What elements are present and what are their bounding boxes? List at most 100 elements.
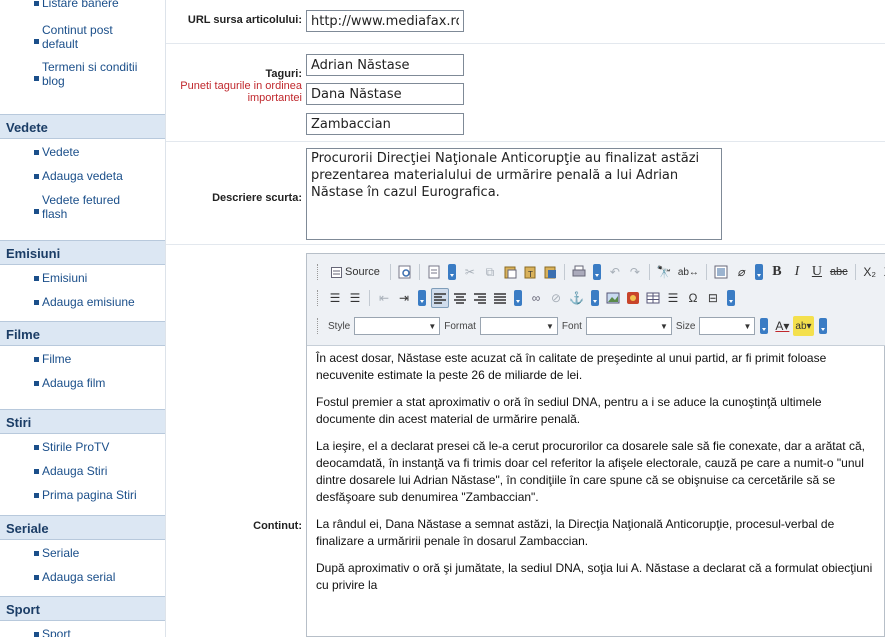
sidebar-item-vedete-fetured-flash[interactable]: Vedete fetured flash xyxy=(0,185,165,223)
sidebar-item-seriale[interactable]: Seriale xyxy=(0,540,165,562)
cut-icon[interactable]: ✂ xyxy=(461,262,479,282)
sidebar-section-vedete[interactable]: Vedete xyxy=(0,114,165,139)
sidebar-item-continut-post-default[interactable]: Continut post default xyxy=(0,12,165,53)
toolbar-more-icon[interactable] xyxy=(514,290,522,306)
paste-icon[interactable] xyxy=(501,262,519,282)
subscript-button[interactable]: X₂ xyxy=(861,262,879,282)
superscript-button[interactable]: X² xyxy=(881,262,885,282)
text-color-icon[interactable]: A▾ xyxy=(773,316,791,336)
horizontal-rule-icon[interactable]: ☰ xyxy=(664,288,682,308)
style-dropdown[interactable]: ▼ xyxy=(354,317,441,335)
outdent-icon[interactable]: ⇤ xyxy=(375,288,393,308)
bullet-icon xyxy=(34,76,39,81)
sidebar-item-adauga-emisiune[interactable]: Adauga emisiune xyxy=(0,287,165,311)
toolbar-more-icon[interactable] xyxy=(592,264,601,280)
bullet-icon xyxy=(34,632,39,637)
toolbar-separator xyxy=(854,264,856,280)
toolbar-more-icon[interactable] xyxy=(418,290,426,306)
redo-icon[interactable]: ↷ xyxy=(626,262,644,282)
special-char-button[interactable]: Ω xyxy=(684,288,702,308)
sidebar-section-stiri[interactable]: Stiri xyxy=(0,409,165,434)
sidebar-item-adauga-vedeta[interactable]: Adauga vedeta xyxy=(0,161,165,185)
toolbar-more-icon[interactable] xyxy=(818,318,827,334)
sidebar-item-stirile-protv[interactable]: Stirile ProTV xyxy=(0,434,165,456)
remove-format-icon[interactable]: ⌀ xyxy=(732,262,750,282)
anchor-icon[interactable]: ⚓ xyxy=(567,288,586,308)
sidebar-item-filme[interactable]: Filme xyxy=(0,346,165,368)
underline-button[interactable]: U xyxy=(808,262,826,282)
sidebar-item-termeni-si-conditii-blog[interactable]: Termeni si conditii blog xyxy=(0,53,165,92)
sidebar-item-sport[interactable]: Sport xyxy=(0,621,165,637)
font-dropdown[interactable]: ▼ xyxy=(585,317,672,335)
strikethrough-button[interactable]: abc xyxy=(828,262,850,282)
sidebar-section-seriale[interactable]: Seriale xyxy=(0,515,165,540)
table-icon[interactable] xyxy=(644,288,662,308)
sidebar-item-listare-banere[interactable]: Listare banere xyxy=(0,0,165,12)
justify-icon[interactable] xyxy=(491,288,509,308)
bullet-icon xyxy=(34,209,39,214)
numbered-list-icon[interactable]: ☰ xyxy=(326,288,344,308)
indent-icon[interactable]: ⇥ xyxy=(395,288,413,308)
bullet-icon xyxy=(34,575,39,580)
undo-icon[interactable]: ↶ xyxy=(606,262,624,282)
format-dropdown[interactable]: ▼ xyxy=(479,317,558,335)
sidebar-item-prima-pagina-stiri[interactable]: Prima pagina Stiri xyxy=(0,480,165,504)
sidebar-item-vedete[interactable]: Vedete xyxy=(0,139,165,161)
bold-button[interactable]: B xyxy=(768,262,786,282)
toolbar-more-icon[interactable] xyxy=(754,264,763,280)
find-icon[interactable]: 🔭 xyxy=(655,262,674,282)
sidebar-item-adauga-stiri[interactable]: Adauga Stiri xyxy=(0,456,165,480)
align-right-icon[interactable] xyxy=(471,288,489,308)
preview-icon[interactable] xyxy=(396,262,414,282)
source-button[interactable]: Source xyxy=(326,262,385,282)
toolbar-more-icon[interactable] xyxy=(590,290,599,306)
sidebar-item-adauga-film[interactable]: Adauga film xyxy=(0,368,165,392)
bulleted-list-icon[interactable]: ☰ xyxy=(346,288,364,308)
description-textarea[interactable]: Procurorii Direcţiei Naţionale Anticorup… xyxy=(306,148,722,240)
image-icon[interactable] xyxy=(604,288,622,308)
tag-input-1[interactable] xyxy=(306,54,464,76)
url-input[interactable] xyxy=(306,10,464,32)
copy-icon[interactable]: ⧉ xyxy=(481,262,499,282)
page-break-icon[interactable]: ⊟ xyxy=(704,288,722,308)
toolbar-more-icon[interactable] xyxy=(726,290,735,306)
size-dropdown[interactable]: ▼ xyxy=(699,317,756,335)
toolbar-separator xyxy=(369,290,370,306)
sidebar-item-label: Listare banere xyxy=(42,0,119,10)
tags-label: Taguri: xyxy=(265,68,302,80)
bullet-icon xyxy=(34,1,39,6)
sidebar-section-filme[interactable]: Filme xyxy=(0,321,165,346)
align-center-icon[interactable] xyxy=(451,288,469,308)
bullet-icon xyxy=(34,469,39,474)
toolbar-row-3: Style ▼ Format ▼ Font ▼ Size ▼ A▾ ab▾ xyxy=(317,314,830,338)
paste-word-icon[interactable] xyxy=(541,262,559,282)
sidebar-section-emisiuni[interactable]: Emisiuni xyxy=(0,240,165,265)
toolbar-more-icon[interactable] xyxy=(447,264,456,280)
replace-icon[interactable]: ab↔ xyxy=(676,262,701,282)
sidebar-section-sport[interactable]: Sport xyxy=(0,596,165,621)
editor-toolbar: Source ✂ ⧉ T ↶ ↷ 🔭 ab↔ ⌀ B I U abc X₂ ☰ … xyxy=(307,254,885,346)
content-paragraph: La ieşire, el a declarat presei că le-a … xyxy=(316,439,865,504)
align-left-icon[interactable] xyxy=(431,288,449,308)
sidebar-item-adauga-serial[interactable]: Adauga serial xyxy=(0,562,165,586)
bg-color-icon[interactable]: ab▾ xyxy=(793,316,814,336)
toolbar-more-icon[interactable] xyxy=(760,318,769,334)
tag-input-3[interactable] xyxy=(306,113,464,135)
templates-icon[interactable] xyxy=(425,262,443,282)
tag-input-2[interactable] xyxy=(306,83,464,105)
print-icon[interactable] xyxy=(570,262,588,282)
link-icon[interactable]: ∞ xyxy=(527,288,545,308)
source-icon xyxy=(331,266,342,278)
toolbar-row-2: ☰ ☰ ⇤ ⇥ ∞ ⊘ ⚓ ☰ Ω ⊟ xyxy=(317,286,738,310)
sidebar-item-label: Seriale xyxy=(42,546,80,560)
flash-icon[interactable] xyxy=(624,288,642,308)
editor-content[interactable]: În acest dosar, Năstase este acuzat că î… xyxy=(307,346,885,637)
content-paragraph: După aproximativ o oră şi jumătate, la s… xyxy=(316,561,873,592)
italic-button[interactable]: I xyxy=(788,262,806,282)
paste-text-icon[interactable]: T xyxy=(521,262,539,282)
sidebar-item-emisiuni[interactable]: Emisiuni xyxy=(0,265,165,287)
select-all-icon[interactable] xyxy=(712,262,730,282)
sidebar-item-label: Termeni si conditii blog xyxy=(42,60,138,88)
bullet-icon xyxy=(34,174,39,179)
unlink-icon[interactable]: ⊘ xyxy=(547,288,565,308)
